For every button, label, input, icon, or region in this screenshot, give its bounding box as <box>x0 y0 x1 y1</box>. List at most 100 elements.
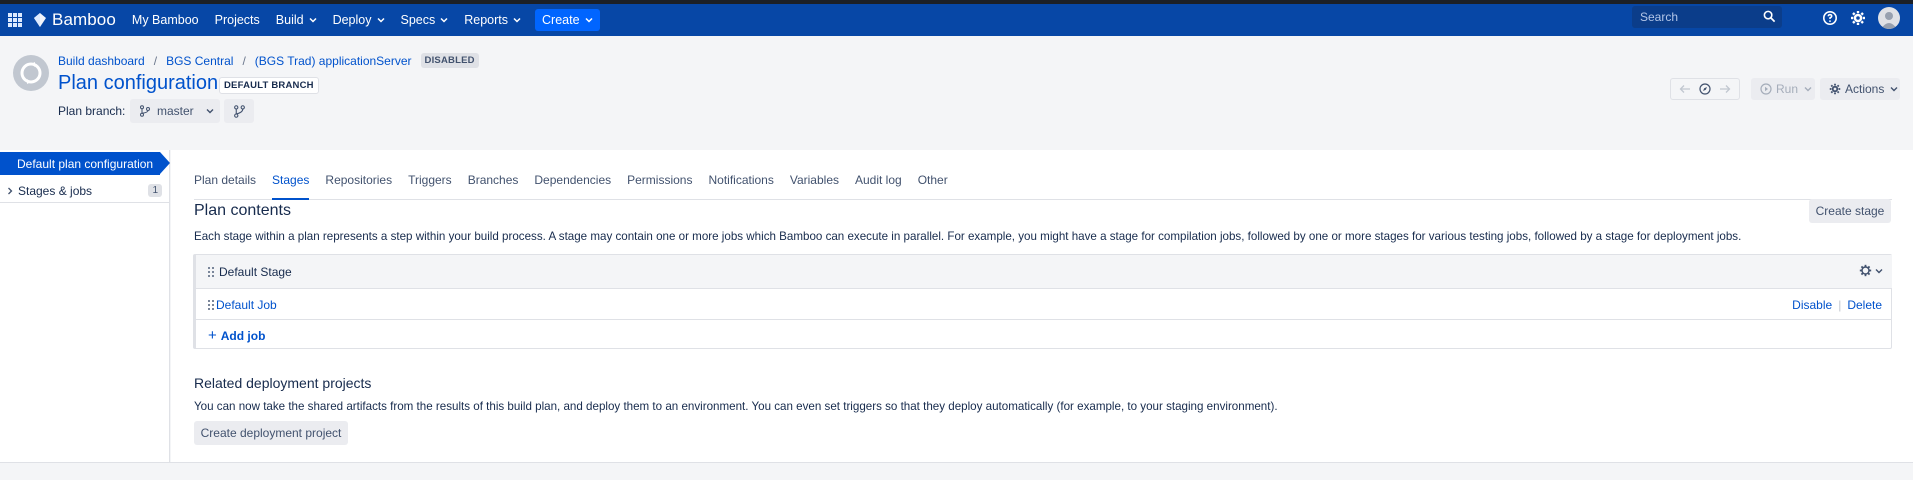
chevron-down-icon <box>1890 87 1898 92</box>
main-content: Plan details Stages Repositories Triggers Br… <box>171 150 1913 462</box>
result-navigation-group <box>1670 78 1740 100</box>
gear-icon <box>1829 83 1841 95</box>
actions-button[interactable]: Actions <box>1820 78 1900 100</box>
add-job-link[interactable]: + Add job <box>208 327 265 344</box>
stage-name: Default Stage <box>219 265 292 279</box>
tab-permissions[interactable]: Permissions <box>627 171 692 200</box>
job-actions: Disable | Delete <box>1792 298 1882 312</box>
play-icon <box>1760 83 1772 95</box>
stage-container: Default Stage Default Job Disable | Dele… <box>193 254 1892 349</box>
compass-icon[interactable] <box>1699 83 1711 95</box>
chevron-down-icon <box>376 17 385 23</box>
section-title: Plan contents <box>194 202 291 219</box>
page-footer <box>0 462 1913 480</box>
breadcrumb-project[interactable]: BGS Central <box>166 54 233 68</box>
nav-item-label: Build <box>275 13 304 27</box>
help-icon[interactable] <box>1822 10 1838 26</box>
chevron-down-icon <box>309 17 317 23</box>
nav-item-deploy[interactable]: Deploy <box>333 13 385 27</box>
actions-button-label: Actions <box>1845 82 1885 96</box>
run-button-label: Run <box>1776 82 1799 96</box>
sidebar-item-label: Stages & jobs <box>18 183 93 198</box>
page-header: Build dashboard / BGS Central / (BGS Tra… <box>0 36 1913 150</box>
nav-item-label: Projects <box>214 13 260 27</box>
run-button[interactable]: Run <box>1751 78 1815 100</box>
nav-item-reports[interactable]: Reports <box>464 13 521 27</box>
app-switcher-icon[interactable] <box>8 13 22 27</box>
tab-notifications[interactable]: Notifications <box>708 171 773 200</box>
tab-plan-details[interactable]: Plan details <box>194 171 256 200</box>
tab-dependencies[interactable]: Dependencies <box>534 171 611 200</box>
delete-job-link[interactable]: Delete <box>1847 298 1882 312</box>
job-link[interactable]: Default Job <box>216 298 277 312</box>
search-input[interactable]: Search <box>1632 6 1782 28</box>
sidebar-item-default-plan-configuration[interactable]: Default plan configuration <box>0 152 170 175</box>
gear-icon <box>1859 264 1872 277</box>
plan-icon <box>13 55 49 91</box>
nav-item-label: Deploy <box>332 13 372 27</box>
breadcrumb: Build dashboard / BGS Central / (BGS Tra… <box>58 53 479 68</box>
nav-item-label: My Bamboo <box>131 13 199 27</box>
chevron-down-icon <box>1804 87 1812 92</box>
branch-config-button[interactable] <box>224 99 254 123</box>
create-button-label: Create <box>542 13 580 27</box>
add-job-label: Add job <box>220 328 266 343</box>
create-stage-button[interactable]: Create stage <box>1809 199 1891 223</box>
drag-handle-icon[interactable] <box>208 300 214 310</box>
next-arrow-icon[interactable] <box>1719 84 1731 94</box>
tab-stages[interactable]: Stages <box>272 171 310 200</box>
nav-item-projects[interactable]: Projects <box>215 13 260 27</box>
drag-handle-icon[interactable] <box>208 267 214 277</box>
branch-settings-icon <box>233 104 245 118</box>
default-branch-badge: DEFAULT BRANCH <box>219 77 319 94</box>
plan-branch-label: Plan branch: <box>58 104 126 118</box>
tab-other[interactable]: Other <box>918 171 948 200</box>
search-placeholder: Search <box>1640 10 1679 24</box>
chevron-down-icon <box>440 17 448 23</box>
plan-branch-select[interactable]: master <box>130 99 220 123</box>
bamboo-logo-icon <box>34 13 46 27</box>
create-button[interactable]: Create <box>535 9 600 31</box>
stage-settings-button[interactable] <box>1859 264 1883 277</box>
chevron-down-icon <box>513 17 521 23</box>
branch-icon <box>140 105 150 117</box>
nav-item-build[interactable]: Build <box>276 13 317 27</box>
breadcrumb-plan[interactable]: (BGS Trad) applicationServer <box>255 54 412 68</box>
bamboo-logo[interactable]: Bamboo <box>32 10 116 30</box>
page-title: Plan configuration <box>58 72 219 94</box>
item-count-badge: 1 <box>148 184 162 197</box>
tab-variables[interactable]: Variables <box>790 171 839 200</box>
disable-job-link[interactable]: Disable <box>1792 298 1832 312</box>
nav-item-my-bamboo[interactable]: My Bamboo <box>132 13 199 27</box>
status-badge: DISABLED <box>420 53 479 68</box>
related-deployments-description: You can now take the shared artifacts fr… <box>194 400 1278 413</box>
sidebar-item-label: Default plan configuration <box>17 156 154 171</box>
stage-header[interactable]: Default Stage <box>196 255 1892 289</box>
chevron-down-icon <box>1875 268 1883 273</box>
tab-repositories[interactable]: Repositories <box>325 171 392 200</box>
sidebar-item-stages-jobs[interactable]: Stages & jobs 1 <box>0 179 170 203</box>
breadcrumb-build-dashboard[interactable]: Build dashboard <box>58 54 145 68</box>
plan-contents-description: Each stage within a plan represents a st… <box>194 230 1742 243</box>
create-deployment-project-button[interactable]: Create deployment project <box>194 421 348 445</box>
nav-item-label: Reports <box>464 13 509 27</box>
chevron-down-icon <box>206 109 214 114</box>
search-icon[interactable] <box>1763 10 1776 23</box>
tab-branches[interactable]: Branches <box>468 171 519 200</box>
sidebar: Default plan configuration Stages & jobs… <box>0 150 170 462</box>
user-avatar-icon <box>1881 12 1897 29</box>
app-name: Bamboo <box>52 10 116 29</box>
related-deployments-title: Related deployment projects <box>194 375 372 391</box>
plus-icon: + <box>208 327 217 344</box>
job-row: Default Job Disable | Delete <box>196 290 1892 320</box>
nav-item-label: Specs <box>400 13 436 27</box>
previous-arrow-icon[interactable] <box>1679 84 1691 94</box>
chevron-right-icon[interactable] <box>6 187 14 195</box>
nav-item-specs[interactable]: Specs <box>401 13 449 27</box>
avatar[interactable] <box>1878 7 1900 29</box>
tab-audit-log[interactable]: Audit log <box>855 171 902 200</box>
settings-icon[interactable] <box>1850 10 1866 26</box>
tab-triggers[interactable]: Triggers <box>408 171 452 200</box>
top-navigation-bar: Bamboo My Bamboo Projects Build Deploy Specs… <box>0 4 1913 36</box>
chevron-down-icon <box>585 17 593 23</box>
